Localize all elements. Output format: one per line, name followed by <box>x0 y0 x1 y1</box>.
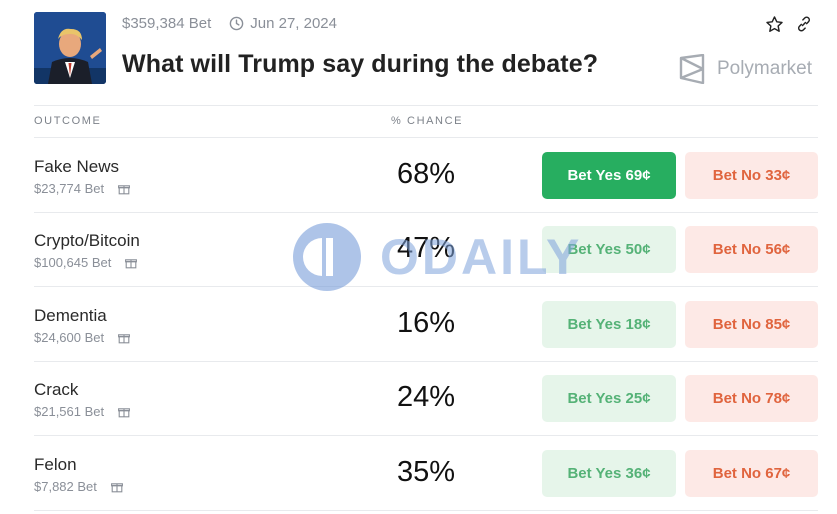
outcome-volume-value: $24,600 Bet <box>34 330 105 345</box>
outcome-volume: $21,561 Bet <box>34 404 131 419</box>
chance-column-header: % CHANCE <box>391 115 464 127</box>
bet-no-button[interactable]: Bet No 67¢ <box>685 450 818 497</box>
outcome-row: Crypto/Bitcoin $100,645 Bet 47% Bet Yes … <box>34 212 818 286</box>
market-date: Jun 27, 2024 <box>250 15 337 32</box>
market-title: What will Trump say during the debate? <box>122 50 599 78</box>
outcome-name: Dementia <box>34 306 107 325</box>
star-icon[interactable] <box>764 14 784 34</box>
market-meta: $359,384 Bet Jun 27, 2024 <box>122 15 337 32</box>
outcome-chance: 24% <box>396 381 456 413</box>
polymarket-logo-icon <box>679 54 705 84</box>
gift-icon[interactable] <box>125 257 138 269</box>
bet-yes-button[interactable]: Bet Yes 36¢ <box>542 450 676 497</box>
outcome-volume-value: $21,561 Bet <box>34 404 105 419</box>
bet-yes-button[interactable]: Bet Yes 50¢ <box>542 226 676 273</box>
divider <box>34 510 818 511</box>
outcome-name: Fake News <box>34 157 120 176</box>
outcome-row: Felon $7,882 Bet 35% Bet Yes 36¢ Bet No … <box>34 436 818 510</box>
outcome-name: Felon <box>34 455 77 474</box>
gift-icon[interactable] <box>110 481 123 493</box>
brand-name: Polymarket <box>716 58 812 79</box>
gift-icon[interactable] <box>118 183 131 195</box>
bet-no-button[interactable]: Bet No 56¢ <box>685 226 818 273</box>
outcome-volume-value: $100,645 Bet <box>34 255 112 270</box>
outcome-row: Crack $21,561 Bet 24% Bet Yes 25¢ Bet No… <box>34 361 818 435</box>
outcome-volume: $24,600 Bet <box>34 330 131 345</box>
outcome-volume-value: $7,882 Bet <box>34 479 97 494</box>
bet-no-button[interactable]: Bet No 85¢ <box>685 301 818 348</box>
outcome-chance: 68% <box>396 158 456 190</box>
header-actions <box>764 14 814 34</box>
market-volume: $359,384 Bet <box>122 15 212 32</box>
gift-icon[interactable] <box>118 406 131 418</box>
outcome-volume: $100,645 Bet <box>34 255 138 270</box>
bet-yes-button[interactable]: Bet Yes 69¢ <box>542 152 676 199</box>
market-image <box>34 12 106 84</box>
outcome-chance: 35% <box>396 456 456 488</box>
bet-no-button[interactable]: Bet No 33¢ <box>685 152 818 199</box>
bet-yes-button[interactable]: Bet Yes 18¢ <box>542 301 676 348</box>
gift-icon[interactable] <box>118 332 131 344</box>
outcome-volume: $23,774 Bet <box>34 181 131 196</box>
divider <box>34 105 818 106</box>
outcome-volume-value: $23,774 Bet <box>34 181 105 196</box>
outcome-chance: 16% <box>396 307 456 339</box>
outcome-volume: $7,882 Bet <box>34 479 123 494</box>
outcome-name: Crack <box>34 380 79 399</box>
outcome-name: Crypto/Bitcoin <box>34 231 140 250</box>
outcome-chance: 47% <box>396 232 456 264</box>
market-header: $359,384 Bet Jun 27, 2024 What will Trum… <box>34 10 818 88</box>
bet-no-button[interactable]: Bet No 78¢ <box>685 375 818 422</box>
link-icon[interactable] <box>794 14 814 34</box>
brand: Polymarket <box>679 54 812 84</box>
outcome-column-header: OUTCOME <box>34 115 102 127</box>
clock-icon <box>229 16 244 31</box>
outcome-row: Fake News $23,774 Bet 68% Bet Yes 69¢ Be… <box>34 138 818 212</box>
bet-yes-button[interactable]: Bet Yes 25¢ <box>542 375 676 422</box>
outcome-row: Dementia $24,600 Bet 16% Bet Yes 18¢ Bet… <box>34 287 818 361</box>
